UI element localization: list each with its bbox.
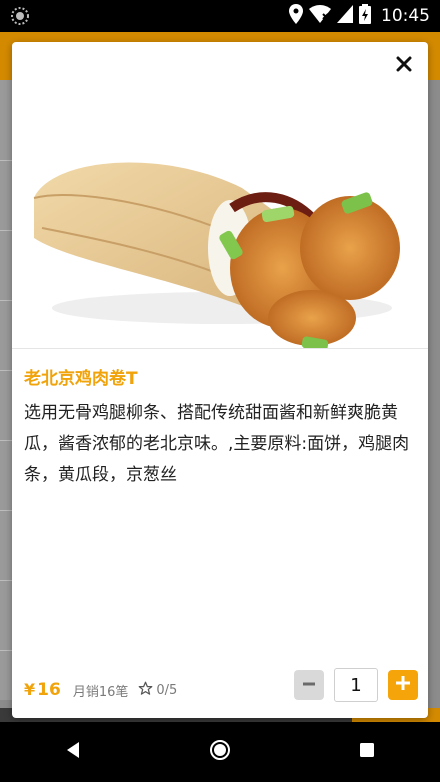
close-icon: [396, 56, 412, 76]
currency-symbol: ¥: [24, 680, 36, 699]
navigation-bar: [0, 722, 440, 782]
decrease-button[interactable]: [294, 670, 324, 700]
signal-icon: [337, 5, 353, 27]
minus-icon: [302, 676, 316, 695]
rating-value: 0/5: [156, 682, 178, 698]
battery-icon: [359, 4, 371, 28]
price-row: ¥16 月销16笔 0/5: [24, 676, 177, 704]
quantity-field[interactable]: 1: [334, 668, 378, 702]
product-detail-dialog: 老北京鸡肉卷T 选用无骨鸡腿柳条、搭配传统甜面酱和新鲜爽脆黄瓜，酱香浓郁的老北京…: [12, 42, 428, 718]
recents-button[interactable]: [337, 732, 397, 772]
home-button[interactable]: [190, 732, 250, 772]
star-icon: [138, 681, 156, 700]
product-image: [12, 88, 428, 352]
increase-button[interactable]: [388, 670, 418, 700]
product-description: 选用无骨鸡腿柳条、搭配传统甜面酱和新鲜爽脆黄瓜，酱香浓郁的老北京味。,主要原料:…: [24, 403, 410, 485]
back-button[interactable]: [43, 732, 103, 772]
notification-icon: [10, 6, 30, 26]
product-name: 老北京鸡肉卷T: [24, 369, 138, 389]
plus-icon: [395, 675, 411, 695]
price: ¥16: [24, 680, 61, 700]
price-value: 16: [37, 680, 61, 700]
background-menu-column: [0, 80, 12, 700]
divider: [12, 348, 428, 349]
monthly-sales: 月销16笔: [72, 684, 129, 700]
status-time: 10:45: [381, 6, 430, 26]
rating: 0/5: [138, 681, 177, 700]
close-button[interactable]: [388, 50, 420, 82]
wifi-icon: [309, 5, 331, 27]
home-icon: [209, 739, 231, 765]
recents-icon: [359, 742, 375, 762]
quantity-stepper: 1: [294, 668, 418, 702]
location-icon: [289, 4, 303, 28]
back-icon: [65, 741, 81, 763]
status-bar: 10:45: [0, 0, 440, 32]
